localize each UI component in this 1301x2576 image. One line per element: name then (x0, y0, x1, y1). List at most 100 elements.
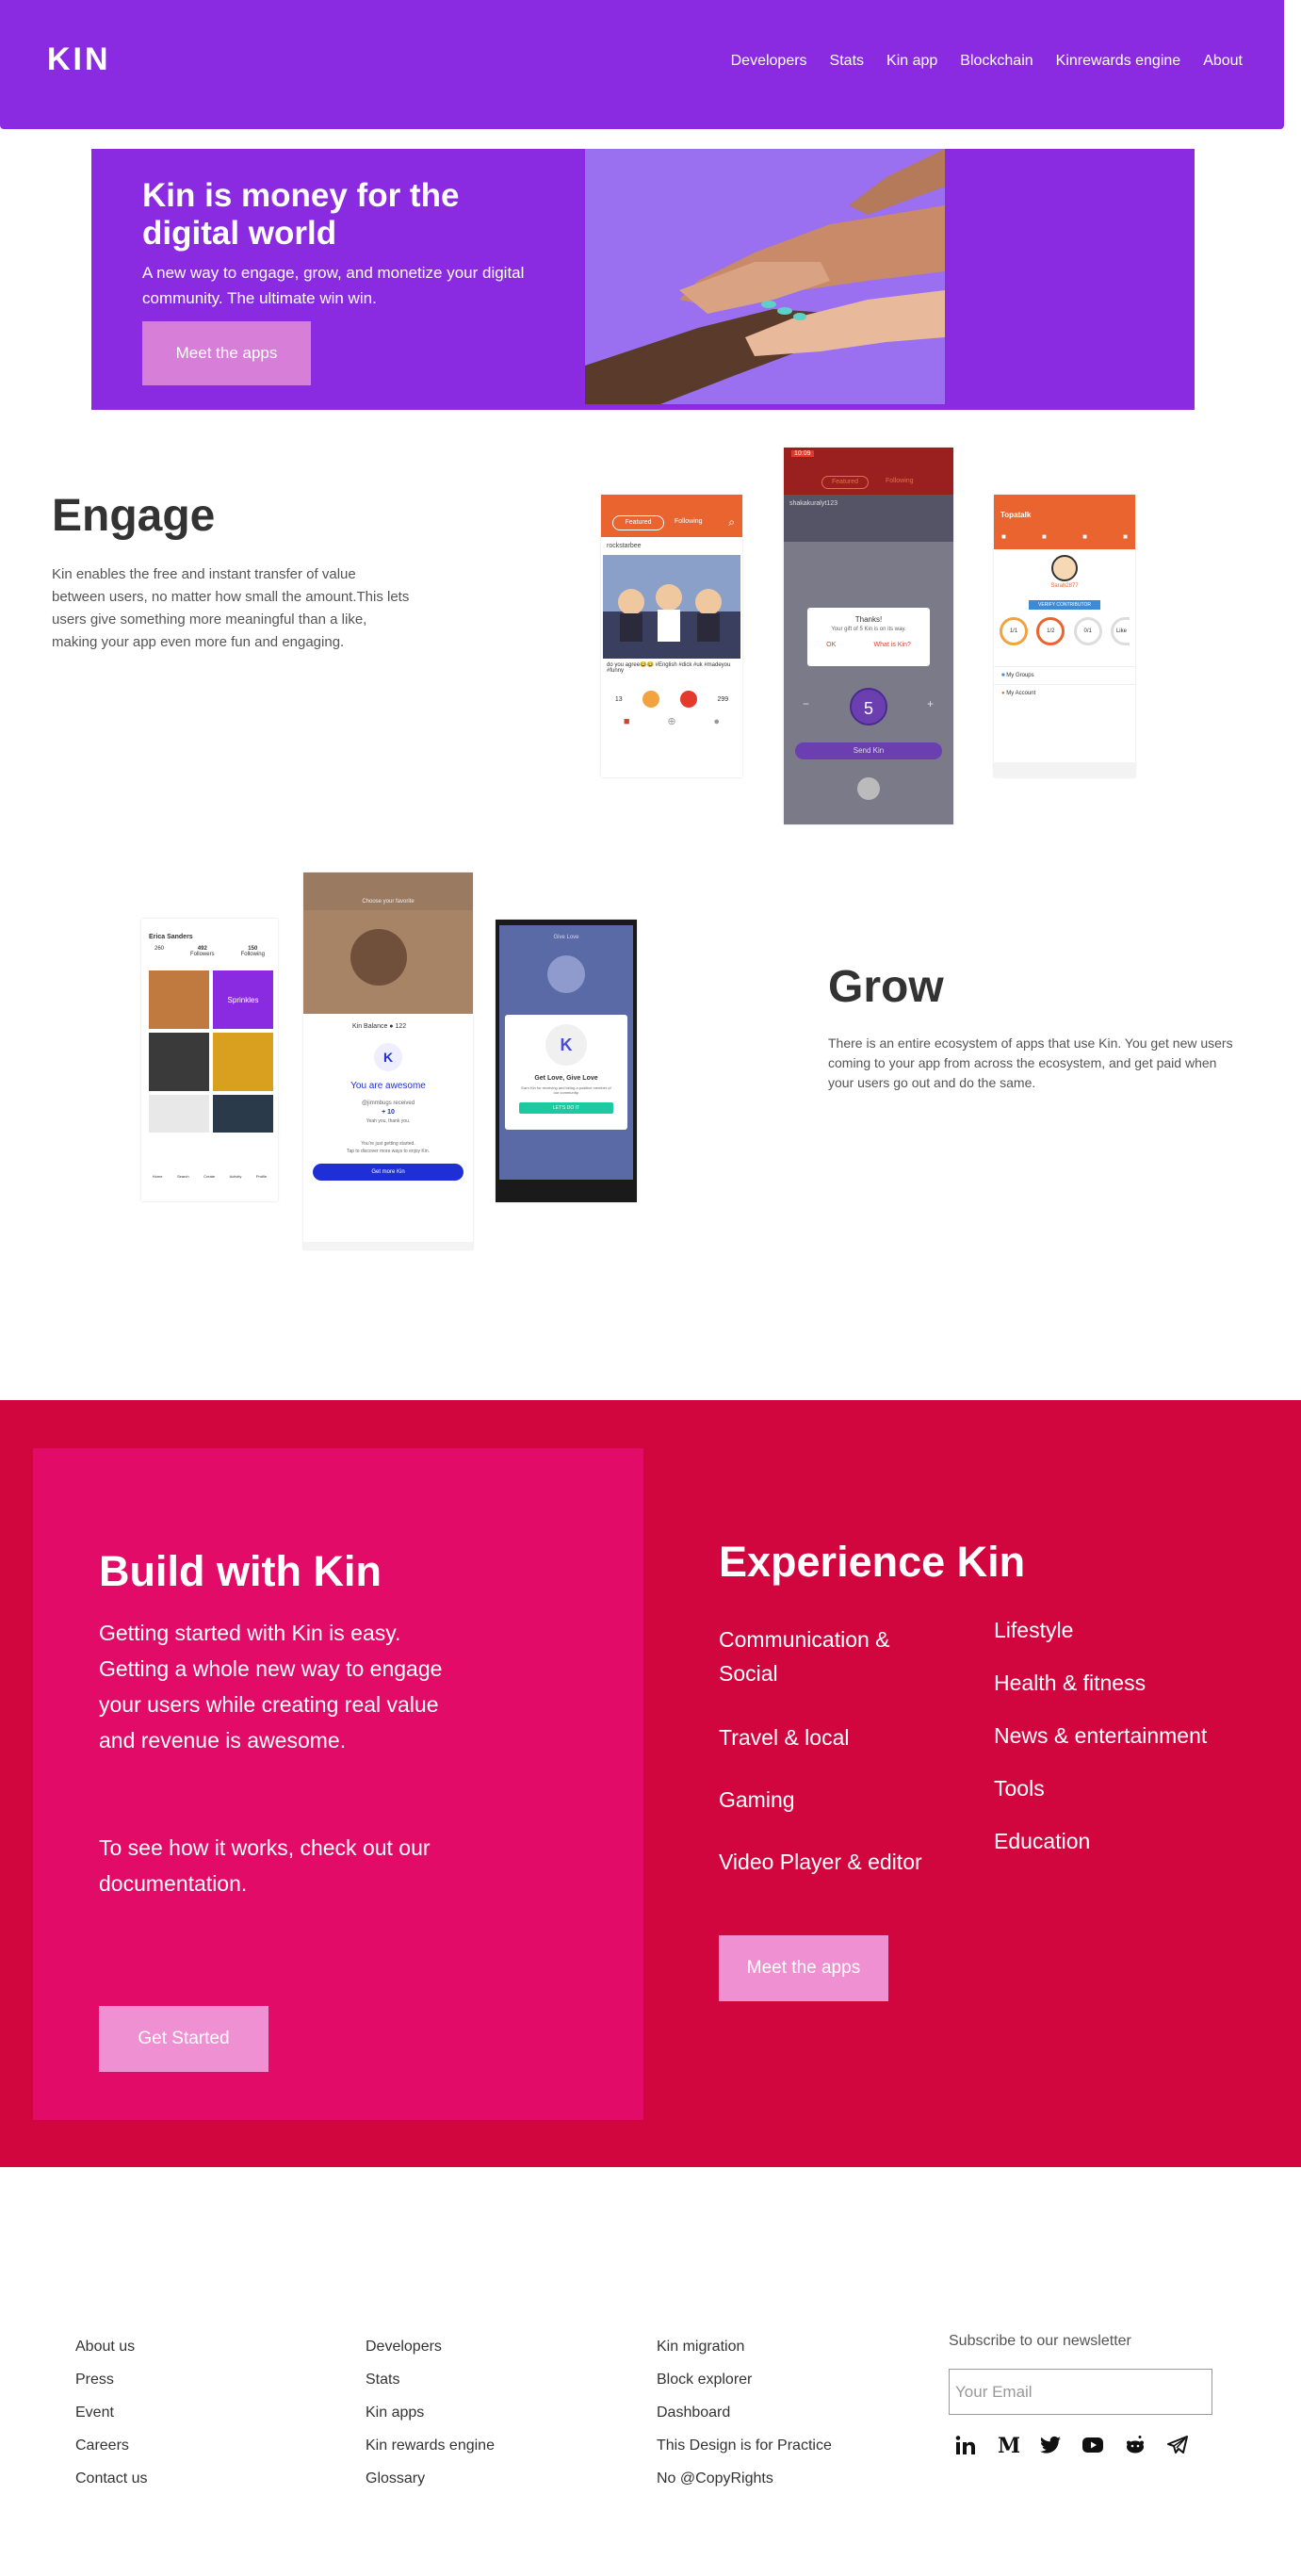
engage-phone-gift: 10:09 Featured Following shakakuralyt123… (784, 448, 953, 824)
like-count[interactable]: 299 (717, 696, 728, 703)
get-more-kin-button[interactable]: Get more Kin (313, 1164, 463, 1181)
hero-subtitle: A new way to engage, grow, and monetize … (142, 264, 525, 307)
nav-kin-app[interactable]: Kin app (886, 53, 937, 70)
footer-block-explorer[interactable]: Block explorer (657, 2366, 832, 2399)
footer-developers[interactable]: Developers (366, 2333, 495, 2366)
photo-tile[interactable] (213, 1095, 273, 1133)
tab-featured-2[interactable]: Featured (821, 476, 869, 489)
footer-about[interactable]: About us (75, 2333, 147, 2366)
topatalk-title: Topatalk (1000, 511, 1032, 519)
smiley-icon (547, 955, 585, 993)
tab-following[interactable]: Following (675, 518, 703, 525)
get-started-button[interactable]: Get Started (99, 2006, 268, 2072)
telegram-icon[interactable] (1165, 2433, 1190, 2457)
category-travel[interactable]: Travel & local (719, 1720, 945, 1754)
linkedin-icon[interactable] (953, 2433, 978, 2457)
dialog-ok-button[interactable]: OK (826, 642, 836, 648)
footer-col-company: About us Press Event Careers Contact us (75, 2333, 147, 2498)
footer-press[interactable]: Press (75, 2366, 147, 2399)
nav-blockchain[interactable]: Blockchain (960, 53, 1033, 70)
footer-copyright[interactable]: No @CopyRights (657, 2465, 832, 2498)
build-title: Build with Kin (99, 1547, 382, 1595)
medium-icon[interactable]: M (996, 2433, 1020, 2457)
photo-tile[interactable] (149, 1033, 209, 1091)
tab-inbox-icon[interactable]: ■ (1042, 532, 1047, 541)
footer-migration[interactable]: Kin migration (657, 2333, 832, 2366)
photo-tile[interactable] (213, 1033, 273, 1091)
gift-amount-dial[interactable]: 5 (850, 688, 887, 726)
profile-username: Sarah2877 (1050, 583, 1079, 589)
category-communication[interactable]: Communication & Social (719, 1622, 945, 1690)
nav-profile[interactable]: Profile (256, 1174, 267, 1179)
twitter-icon[interactable] (1038, 2433, 1063, 2457)
photo-tile[interactable] (149, 1095, 209, 1133)
footer-contact[interactable]: Contact us (75, 2465, 147, 2498)
nav-activity[interactable]: Activity (230, 1174, 242, 1179)
kin-gift-icon[interactable] (642, 691, 660, 708)
photo-tile-sprinkles[interactable]: Sprinkles (213, 970, 273, 1029)
nav-developers[interactable]: Developers (731, 53, 807, 70)
progress-stats: 1/1 1/2 0/1 Like (994, 610, 1135, 653)
category-video[interactable]: Video Player & editor (719, 1845, 945, 1879)
footer-event[interactable]: Event (75, 2399, 147, 2432)
nav-search[interactable]: Search (177, 1174, 189, 1179)
lets-do-it-button[interactable]: LET'S DO IT (519, 1102, 613, 1114)
nav-create[interactable]: Create (203, 1174, 215, 1179)
tab-home-icon[interactable]: ■ (1001, 532, 1006, 541)
nav-about[interactable]: About (1203, 53, 1243, 70)
send-kin-button[interactable]: Send Kin (795, 742, 942, 759)
footer-careers[interactable]: Careers (75, 2432, 147, 2465)
plus-icon[interactable]: ⊕ (667, 715, 675, 727)
email-input[interactable] (949, 2369, 1212, 2415)
footer-stats[interactable]: Stats (366, 2366, 495, 2399)
tab-featured[interactable]: Featured (612, 515, 664, 530)
feed-cartoon-image (603, 555, 740, 659)
profile-icon[interactable]: ● (713, 716, 720, 727)
nav-links: Developers Stats Kin app Blockchain Kinr… (731, 53, 1243, 70)
dialog-what-button[interactable]: What is Kin? (874, 642, 911, 648)
meet-apps-button[interactable]: Meet the apps (142, 321, 311, 385)
topatalk-header: Topatalk ■ ■ ■ ■ (994, 495, 1135, 549)
category-health[interactable]: Health & fitness (994, 1666, 1220, 1700)
profile-name: Erica Sanders (149, 934, 193, 940)
home-icon[interactable]: ■ (624, 716, 630, 727)
record-icon[interactable] (679, 691, 697, 708)
nav-home[interactable]: Home (153, 1174, 163, 1179)
footer-kin-apps[interactable]: Kin apps (366, 2399, 495, 2432)
footer-dashboard[interactable]: Dashboard (657, 2399, 832, 2432)
grow-phone-love: Give Love K Get Love, Give Love Earn Kin… (496, 920, 637, 1202)
nav-stats[interactable]: Stats (830, 53, 864, 70)
menu-my-groups[interactable]: ■ My Groups (994, 667, 1135, 685)
search-icon[interactable]: ⌕ (728, 515, 735, 530)
category-lifestyle[interactable]: Lifestyle (994, 1613, 1220, 1647)
experience-meet-apps-button[interactable]: Meet the apps (719, 1935, 888, 2001)
category-tools[interactable]: Tools (994, 1771, 1220, 1805)
footer-glossary[interactable]: Glossary (366, 2465, 495, 2498)
menu-my-account[interactable]: ● My Account (994, 685, 1135, 702)
reddit-icon[interactable] (1123, 2433, 1147, 2457)
youtube-icon[interactable] (1081, 2433, 1105, 2457)
tab-people-icon[interactable]: ■ (1123, 532, 1128, 541)
thanks-dialog: Thanks! Your gift of 5 Kin is on its way… (807, 608, 930, 666)
build-text-1: Getting started with Kin is easy. Gettin… (99, 1621, 443, 1753)
comment-count[interactable]: 13 (615, 696, 623, 703)
kin-logo[interactable]: KIN (47, 41, 111, 78)
verify-button[interactable]: VERIFY CONTRIBUTOR (1029, 600, 1100, 610)
create-button[interactable] (857, 777, 880, 800)
build-card: Build with Kin Getting started with Kin … (33, 1448, 643, 2120)
tab-chat-icon[interactable]: ■ (1082, 532, 1087, 541)
experience-title: Experience Kin (719, 1538, 1026, 1586)
photo-tile[interactable] (149, 970, 209, 1029)
plus-button[interactable]: + (927, 697, 934, 710)
footer-rewards-engine[interactable]: Kin rewards engine (366, 2432, 495, 2465)
awesome-title: You are awesome (350, 1081, 426, 1091)
minus-button[interactable]: − (803, 697, 809, 710)
love-screen: Give Love K Get Love, Give Love Earn Kin… (499, 925, 633, 1180)
nav-kinrewards-engine[interactable]: Kinrewards engine (1056, 53, 1181, 70)
tab-following-2[interactable]: Following (886, 478, 914, 484)
category-news[interactable]: News & entertainment (994, 1719, 1220, 1753)
footer-design-note[interactable]: This Design is for Practice (657, 2432, 832, 2465)
profile-stats: 260 492 Followers 150 Following (141, 942, 278, 970)
category-education[interactable]: Education (994, 1824, 1220, 1858)
category-gaming[interactable]: Gaming (719, 1783, 945, 1817)
